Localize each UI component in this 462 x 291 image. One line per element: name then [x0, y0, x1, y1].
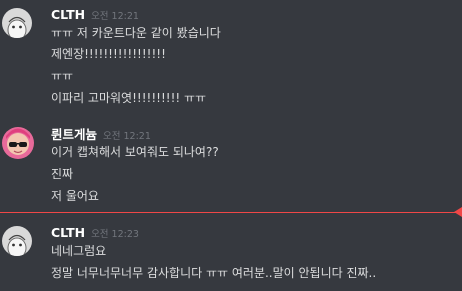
avatar[interactable] — [2, 226, 32, 256]
new-messages-marker — [454, 207, 462, 217]
message-text: 제엔장!!!!!!!!!!!!!!!!! — [51, 47, 166, 61]
timestamp: 오전 12:21 — [103, 131, 151, 142]
message-text: 네네그럼요 — [51, 244, 107, 258]
message-text: 저 울어요 — [51, 189, 99, 203]
new-messages-divider — [0, 212, 462, 213]
username[interactable]: CLTH — [51, 7, 85, 22]
avatar[interactable] — [2, 127, 34, 159]
username[interactable]: CLTH — [51, 225, 85, 240]
message-text: ㅠㅠ — [51, 69, 74, 83]
username[interactable]: 륀트게늄 — [51, 127, 97, 142]
message-text: 이거 캡쳐해서 보여줘도 되나여?? — [51, 145, 219, 159]
message-text: 정말 너무너무너무 감사합니다 ㅠㅠ 여러분..말이 안됩니다 진짜.. — [51, 266, 377, 280]
timestamp: 오전 12:21 — [91, 11, 139, 22]
message-text: 이파리 고마워엿!!!!!!!!!! ㅠㅠ — [51, 91, 207, 105]
avatar[interactable] — [2, 8, 32, 38]
message-text: 진짜 — [51, 167, 74, 181]
message-text: ㅠㅠ 저 카운트다운 같이 봤습니다 — [51, 26, 221, 40]
timestamp: 오전 12:23 — [91, 229, 139, 240]
